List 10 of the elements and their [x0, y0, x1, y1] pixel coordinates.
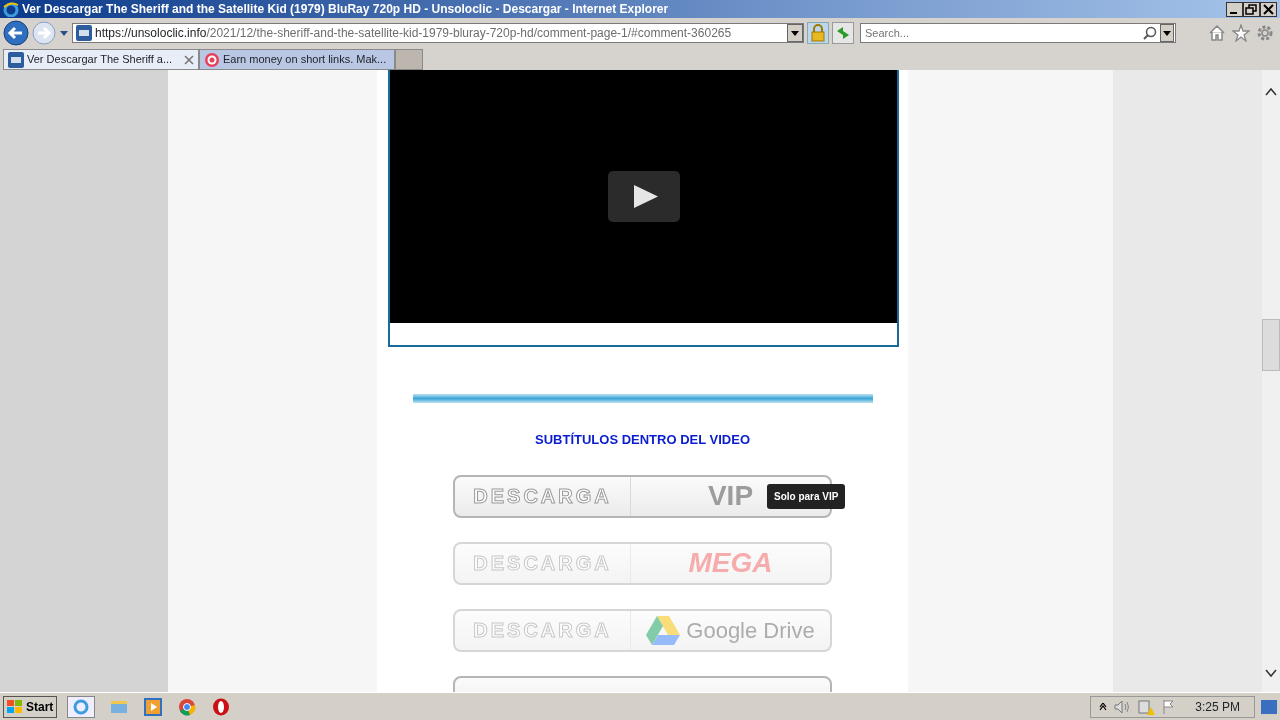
section-heading: SUBTÍTULOS DENTRO DEL VIDEO	[534, 431, 751, 449]
url-text: https://unsoloclic.info/2021/12/the-sheriff-and-the-satellite-kid-1979-bluray-720p-hd/comment-page-1/#comment-360265	[95, 25, 733, 42]
search-field[interactable]: Search...	[860, 23, 1176, 43]
tooltip: Solo para VIP	[767, 483, 846, 509]
clock: 3:25 PM	[1195, 698, 1240, 716]
browser-tab[interactable]: Earn money on short links. Mak...	[199, 49, 395, 70]
window-title: Ver Descargar The Sheriff and the Satellite Kid (1979) BluRay 720p HD - Unsoloclic - Descargar - Internet Explorer	[22, 1, 670, 18]
start-button[interactable]: Start	[3, 695, 58, 718]
address-field[interactable]: https://unsoloclic.info/2021/12/the-sheriff-and-the-satellite-kid-1979-bluray-720p-hd/comment-page-1/#comment-360265	[72, 23, 804, 43]
browser-tab[interactable]: Ver Descargar The Sheriff a...	[3, 49, 199, 70]
